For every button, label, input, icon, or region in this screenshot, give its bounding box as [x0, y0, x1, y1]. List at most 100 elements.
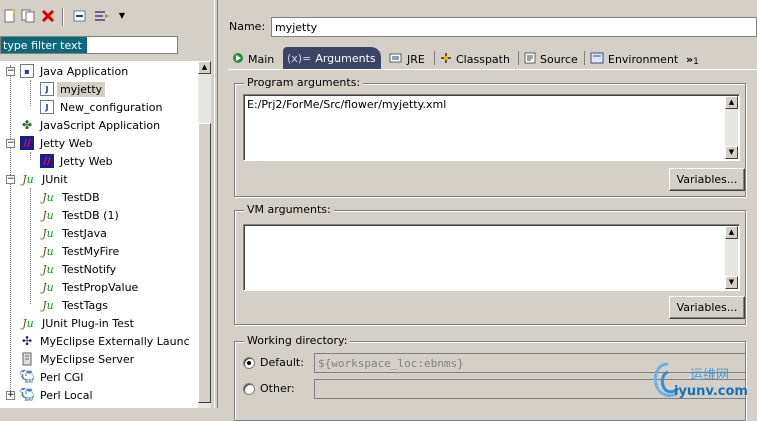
tab-classpath[interactable]: Classpath	[436, 49, 514, 69]
duplicate-icon[interactable]	[20, 8, 36, 24]
tree-item-myjetty[interactable]: J myjetty	[40, 80, 106, 98]
junit-icon: Ju	[42, 244, 54, 258]
program-args-scrollbar[interactable]: ▲ ▼	[725, 96, 738, 159]
other-radio-row[interactable]: Other:	[243, 382, 295, 395]
program-arguments-textarea[interactable]: E:/Prj2/ForMe/Src/flower/myjetty.xml	[244, 95, 736, 161]
tree-connector	[30, 80, 31, 106]
junit-icon: Ju	[42, 208, 54, 222]
tree-item-label: JUnit Plug-in Test	[42, 316, 134, 330]
jetty-icon: //	[40, 154, 54, 168]
vm-arguments-textarea-wrapper: ▲ ▼	[243, 224, 740, 291]
collapse-toggle[interactable]: −	[6, 67, 15, 76]
tab-label: Classpath	[456, 52, 510, 66]
scroll-up-icon[interactable]: ▲	[198, 61, 211, 74]
tab-jre[interactable]: JRE	[385, 49, 429, 69]
tree-connector	[30, 188, 31, 304]
java-config-icon: J	[40, 100, 54, 114]
tab-arguments[interactable]: (x)= Arguments	[283, 47, 381, 69]
tree-item-testdb[interactable]: Ju TestDB	[40, 188, 103, 206]
program-variables-button[interactable]: Variables...	[669, 168, 745, 191]
default-radio-row[interactable]: Default:	[243, 356, 304, 369]
jetty-icon: //	[20, 136, 34, 150]
scrollbar-thumb[interactable]	[198, 123, 211, 403]
environment-tab-icon	[590, 52, 604, 67]
tab-label: Source	[540, 52, 578, 66]
tree-item-label: New_configuration	[60, 100, 163, 114]
tree-item-java-application[interactable]: ▪ Java Application	[20, 62, 131, 80]
vm-args-scrollbar[interactable]: ▲ ▼	[725, 226, 738, 289]
expand-toggle[interactable]: +	[6, 391, 15, 400]
camel-icon: 🐫︎	[18, 369, 36, 385]
tree-item-label: TestJava	[62, 226, 107, 240]
scroll-up-icon[interactable]: ▲	[725, 226, 738, 239]
tab-label: Arguments	[315, 51, 376, 65]
tab-source[interactable]: Source	[520, 49, 582, 69]
tree-item-jetty-web[interactable]: // Jetty Web	[40, 152, 116, 170]
tree-connector	[10, 65, 11, 399]
launch-config-pane: ▼ − ▪ Java Application J myjetty J New_c…	[0, 0, 214, 408]
source-tab-icon	[524, 52, 536, 67]
tree-scrollbar[interactable]: ▲	[198, 61, 211, 408]
tab-environment[interactable]: Environment	[586, 49, 682, 69]
tree-item-label: Perl CGI	[40, 370, 84, 384]
scroll-down-icon[interactable]: ▼	[725, 276, 738, 289]
tree-item-junit-plugin-test[interactable]: Ju JUnit Plug-in Test	[20, 314, 137, 332]
other-radio[interactable]	[243, 382, 255, 395]
tree-item-perl-cgi[interactable]: 🐫︎ Perl CGI	[18, 368, 87, 386]
vm-variables-button[interactable]: Variables...	[669, 296, 745, 319]
program-arguments-group: Program arguments: E:/Prj2/ForMe/Src/flo…	[234, 76, 746, 197]
classpath-tab-icon	[440, 52, 452, 67]
filter-input[interactable]	[1, 37, 87, 53]
filter-icon[interactable]	[94, 8, 110, 24]
scroll-up-icon[interactable]: ▲	[725, 96, 738, 109]
tree-item-jetty-web-group[interactable]: // Jetty Web	[20, 134, 96, 152]
working-directory-label: Working directory:	[244, 334, 351, 347]
vm-arguments-textarea[interactable]	[244, 225, 736, 291]
launch-config-tree: − ▪ Java Application J myjetty J New_con…	[0, 61, 198, 408]
tab-separator	[518, 51, 519, 65]
site-watermark: 运维网 iyunv.com	[650, 358, 757, 408]
tree-item-testtags[interactable]: Ju TestTags	[40, 296, 111, 314]
tree-item-testpropvalue[interactable]: Ju TestPropValue	[40, 278, 141, 296]
tree-item-javascript-application[interactable]: ✤ JavaScript Application	[20, 116, 163, 134]
arguments-tab-icon: (x)=	[287, 51, 312, 65]
tree-item-label: TestDB (1)	[62, 208, 119, 222]
scroll-down-icon[interactable]: ▼	[725, 146, 738, 159]
tree-item-perl-local[interactable]: 🐫︎ Perl Local	[19, 386, 96, 404]
vm-arguments-group: VM arguments: ▲ ▼ Variables...	[234, 203, 746, 325]
collapse-toggle[interactable]: −	[6, 139, 15, 148]
tree-item-label: TestTags	[62, 298, 109, 312]
tab-main[interactable]: Main	[228, 49, 278, 69]
filter-field[interactable]	[0, 36, 178, 54]
delete-icon[interactable]	[40, 8, 56, 24]
junit-icon: Ju	[42, 226, 54, 240]
tree-item-label: Jetty Web	[40, 136, 93, 150]
tree-item-testmyfire[interactable]: Ju TestMyFire	[40, 242, 122, 260]
tree-item-testjava[interactable]: Ju TestJava	[40, 224, 110, 242]
more-tabs-button[interactable]: » 1	[684, 49, 701, 69]
collapse-toggle[interactable]: −	[6, 175, 15, 184]
tree-item-junit[interactable]: Ju JUnit	[20, 170, 71, 188]
junit-plugin-icon: Ju	[22, 316, 34, 330]
tree-item-myeclipse-externally-launched[interactable]: ✣ MyEclipse Externally Launc	[20, 332, 193, 350]
config-name-input[interactable]	[271, 17, 757, 37]
tree-item-label: JUnit	[42, 172, 68, 186]
new-config-icon[interactable]	[2, 8, 18, 24]
tree-item-label: MyEclipse Externally Launc	[40, 334, 190, 348]
collapse-all-icon[interactable]	[72, 8, 88, 24]
junit-icon: Ju	[42, 190, 54, 204]
tree-item-label: Perl Local	[40, 388, 93, 402]
tab-label: Main	[248, 52, 275, 66]
tree-item-label: TestPropValue	[62, 280, 139, 294]
program-arguments-textarea-wrapper: E:/Prj2/ForMe/Src/flower/myjetty.xml ▲ ▼	[243, 94, 740, 161]
tree-item-testdb-1[interactable]: Ju TestDB (1)	[40, 206, 122, 224]
junit-icon: Ju	[22, 172, 34, 186]
tree-item-new-configuration[interactable]: J New_configuration	[40, 98, 165, 116]
tree-item-testnotify[interactable]: Ju TestNotify	[40, 260, 119, 278]
tree-item-myeclipse-server[interactable]: MyEclipse Server	[20, 350, 137, 368]
launch-config-toolbar: ▼	[0, 0, 214, 34]
default-radio[interactable]	[243, 356, 255, 369]
view-menu-icon[interactable]: ▼	[114, 8, 130, 24]
tree-item-label: TestMyFire	[62, 244, 120, 258]
config-editor: Name: Main (x)= Arguments JRE Classpath	[218, 0, 757, 421]
